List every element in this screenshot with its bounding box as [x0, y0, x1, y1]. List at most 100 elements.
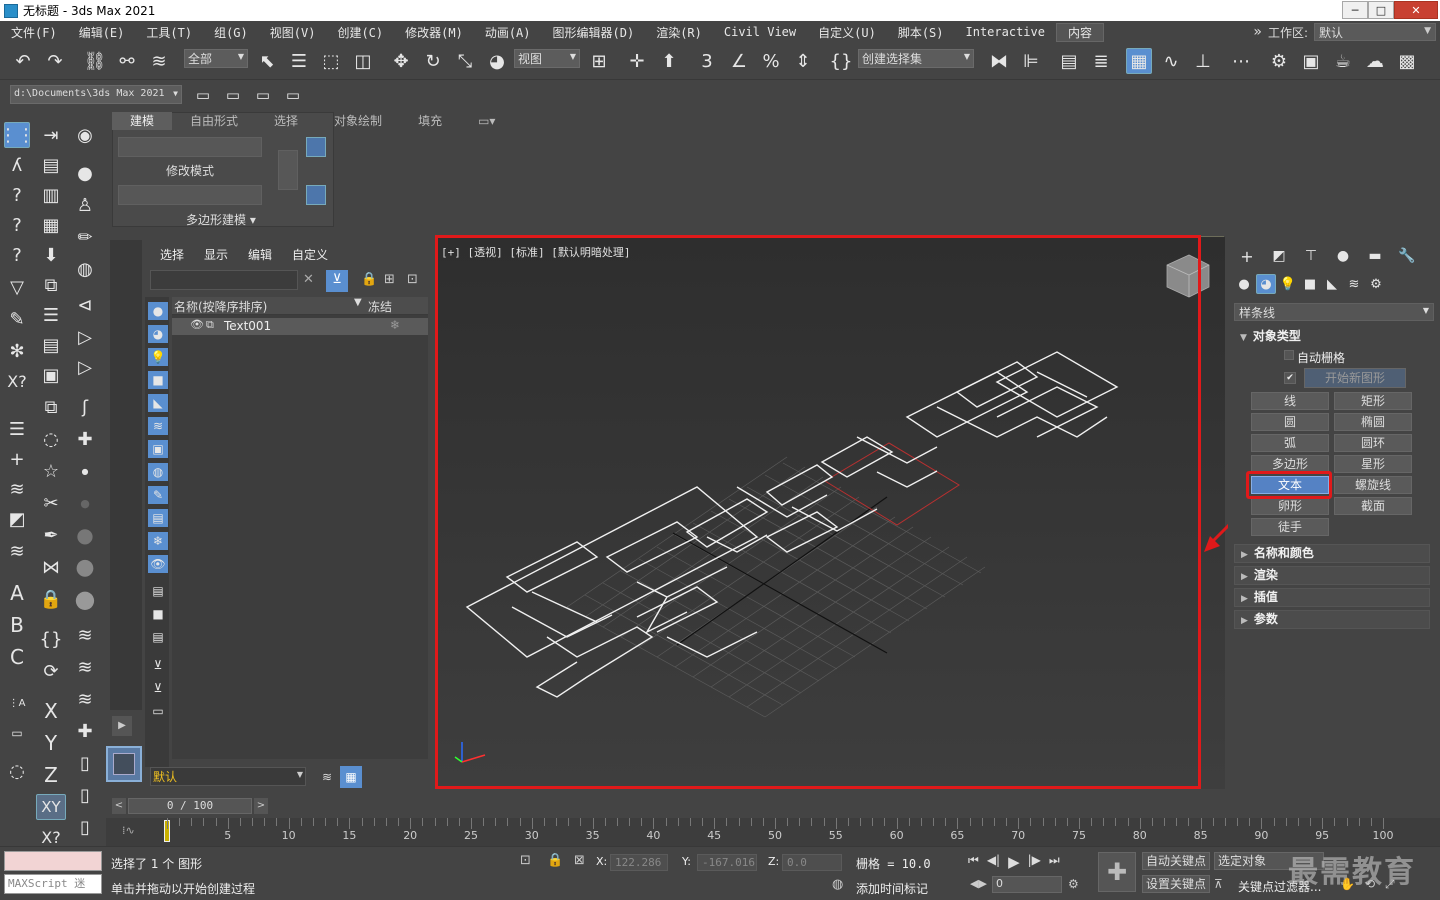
select-by-name-icon[interactable]: ☰ — [286, 48, 312, 74]
menu-content[interactable]: 内容 — [1055, 22, 1104, 42]
braces-icon[interactable]: {} — [38, 626, 64, 652]
edit-named-sets-icon[interactable]: {} — [828, 48, 854, 74]
autogrid-checkbox[interactable] — [1284, 350, 1294, 360]
menu-views[interactable]: 视图(V) — [259, 24, 327, 41]
project-settings-icon[interactable]: ▭ — [280, 82, 306, 108]
redo-icon[interactable]: ↷ — [42, 48, 68, 74]
time-tag-icon[interactable]: ◍ — [832, 877, 843, 892]
subcategory-dropdown[interactable]: 样条线 ▼ — [1234, 303, 1434, 321]
create-project-icon[interactable]: ▭ — [250, 82, 276, 108]
orbit-view-icon[interactable]: ⟲ — [1365, 877, 1375, 892]
play-icon[interactable]: ▶ — [1008, 853, 1020, 871]
ribbon-options-icon[interactable]: ▭▾ — [460, 112, 513, 130]
save-icon[interactable]: ▣ — [38, 362, 64, 388]
display-tab-icon[interactable]: ▬ — [1362, 246, 1388, 266]
motion-tab-icon[interactable]: ● — [1330, 246, 1356, 266]
z-coordinate-field[interactable]: 0.0 — [782, 854, 842, 871]
workspace-dropdown[interactable]: 默认 ▼ — [1314, 23, 1436, 41]
tab-object-paint[interactable]: 对象绘制 — [316, 112, 400, 130]
selection-lock-icon[interactable]: 🔒 — [547, 853, 563, 868]
star-icon[interactable]: ☆ — [38, 458, 64, 484]
play2-icon[interactable]: ▷ — [72, 354, 98, 380]
rotate-icon[interactable]: ↻ — [420, 48, 446, 74]
toggle-ribbon-icon[interactable]: ▦ — [1126, 48, 1152, 74]
xrefs-filter-icon[interactable]: ◍ — [148, 463, 168, 481]
rollout-rendering[interactable]: ▶ 渲染 — [1234, 566, 1430, 585]
set-key-big-icon[interactable]: ✚ — [1098, 852, 1136, 892]
prev-frame-icon[interactable]: < — [112, 798, 126, 814]
bones-filter-icon[interactable]: ✎ — [148, 486, 168, 504]
scene-tab-display[interactable]: 显示 — [194, 246, 238, 264]
play-icon[interactable]: ▷ — [72, 324, 98, 350]
stack-icon[interactable]: ≋ — [4, 476, 30, 502]
menu-file[interactable]: 文件(F) — [0, 24, 68, 41]
freehand-button[interactable]: 徒手 — [1251, 518, 1329, 536]
lock-icon[interactable]: 🔒 — [38, 586, 64, 612]
shapes-filter-icon[interactable]: ◕ — [148, 325, 168, 343]
place-icon[interactable]: ◕ — [484, 48, 510, 74]
ellipse-button[interactable]: 椭圆 — [1334, 413, 1412, 431]
clear-search-icon[interactable]: ✕ — [303, 272, 314, 287]
hierarchy-tab-icon[interactable]: ⊤ — [1298, 246, 1324, 266]
reference-coord-dropdown[interactable]: 视图 ▼ — [514, 49, 580, 68]
project-path-dropdown[interactable]: d:\Documents\3ds Max 2021 ▼ — [10, 85, 182, 104]
keyboard-shortcut-icon[interactable]: ⬆ — [656, 48, 682, 74]
ribbon-toggle-icon[interactable] — [306, 137, 326, 157]
helix-button[interactable]: 螺旋线 — [1334, 476, 1412, 494]
polygon-select-icon[interactable]: ▽ — [4, 274, 30, 300]
bin-icon[interactable]: ▯ — [72, 750, 98, 776]
stack3-icon[interactable]: ≋ — [72, 622, 98, 648]
pivot-center-icon[interactable]: ⊞ — [586, 48, 612, 74]
scissors-icon[interactable]: ✂ — [38, 490, 64, 516]
absolute-mode-icon[interactable]: ⊠ — [574, 853, 585, 868]
viewport-layout-thumb[interactable] — [106, 746, 142, 782]
bin2-icon[interactable]: ▯ — [72, 782, 98, 808]
align-icon[interactable]: ⊫ — [1018, 48, 1044, 74]
table-icon[interactable]: ▤ — [38, 152, 64, 178]
stack5-icon[interactable]: ≋ — [72, 686, 98, 712]
doc-icon[interactable]: ▦ — [38, 212, 64, 238]
time-config-icon[interactable]: ⚙ — [1068, 877, 1079, 891]
list-icon[interactable]: ▤ — [38, 332, 64, 358]
add-layer-icon[interactable]: + — [4, 446, 30, 472]
text-a-icon[interactable]: A — [4, 580, 30, 606]
paint-select-icon[interactable]: ? — [4, 182, 30, 208]
copy-icon[interactable]: ⧉ — [38, 272, 64, 298]
render-setup-icon[interactable]: ⚙ — [1266, 48, 1292, 74]
angle-snap-icon[interactable]: ∠ — [726, 48, 752, 74]
menu-tools[interactable]: 工具(T) — [135, 24, 203, 41]
scene-tab-edit[interactable]: 编辑 — [238, 246, 282, 264]
rendered-frame-icon[interactable]: ▣ — [1298, 48, 1324, 74]
section-button[interactable]: 截面 — [1334, 497, 1412, 515]
go-to-start-icon[interactable]: ⏮ — [968, 853, 979, 871]
next-frame-icon[interactable]: > — [254, 798, 268, 814]
freeze-snowflake-icon[interactable]: ❄ — [390, 318, 400, 332]
select-region-icon[interactable]: ◩ — [4, 506, 30, 532]
rollout-object-type[interactable]: ▼ 对象类型 — [1234, 328, 1430, 347]
mirror-icon[interactable]: ⧓ — [986, 48, 1012, 74]
curve-toggle-icon[interactable]: ⁞∿ — [122, 824, 135, 837]
scale-icon[interactable]: ⤡ — [452, 48, 478, 74]
maximize-viewport-icon[interactable]: ⤢ — [1385, 877, 1395, 892]
visibility-eye-icon[interactable]: 👁 — [190, 318, 204, 331]
auto-key-button[interactable]: 自动关键点 — [1142, 852, 1210, 870]
timeline-ruler[interactable]: ⁞∿ 5 10 15 20 25 30 35 40 45 50 55 60 65 70 75 80 85 90 95… — [106, 818, 1440, 846]
axis-xy-icon[interactable]: XY — [36, 794, 66, 820]
layer-explorer-icon[interactable]: ≣ — [1088, 48, 1114, 74]
shapes-category-icon[interactable]: ◕ — [1256, 274, 1276, 294]
menu-group[interactable]: 组(G) — [203, 24, 259, 41]
containers-filter-icon[interactable]: ▤ — [148, 509, 168, 527]
scene-explorer-icon[interactable]: ▤ — [1056, 48, 1082, 74]
select-tool-icon[interactable]: ⋮⋮ — [0, 122, 35, 148]
geometry-filter-icon[interactable]: ● — [148, 302, 168, 320]
shapes-icon[interactable]: ● — [72, 160, 98, 186]
groups-filter-icon[interactable]: ▣ — [148, 440, 168, 458]
column-freeze-header[interactable]: 冻结 — [368, 298, 392, 315]
pencil-icon[interactable]: ✏ — [72, 224, 98, 250]
snaps-toggle-icon[interactable]: 3 — [694, 48, 720, 74]
rectangle-button[interactable]: 矩形 — [1334, 392, 1412, 410]
set-key-button[interactable]: 设置关键点 — [1142, 875, 1210, 893]
helpers-filter-icon[interactable]: ◣ — [148, 394, 168, 412]
menu-customize[interactable]: 自定义(U) — [807, 24, 887, 41]
stack2-icon[interactable]: ≋ — [4, 538, 30, 564]
